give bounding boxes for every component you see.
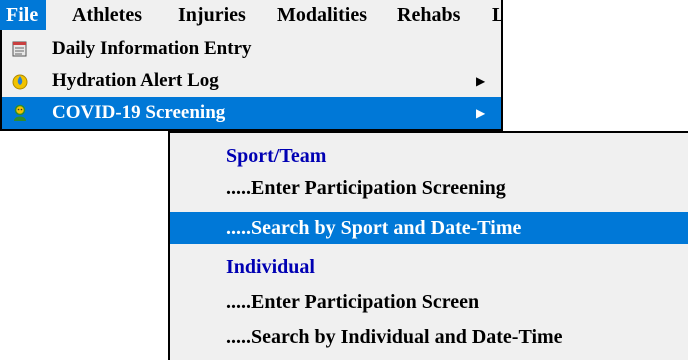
menu-file[interactable]: File: [0, 0, 47, 30]
submenu-item-label: .....Search by Individual and Date-Time: [226, 326, 563, 348]
submenu-arrow-icon: ▶: [476, 106, 486, 120]
submenu-header-label: Individual: [226, 256, 315, 278]
menu-bar: File Athletes Injuries Modalities Rehabs…: [0, 0, 503, 30]
menu-injuries[interactable]: Injuries: [178, 0, 246, 30]
file-menu-item-label: Daily Information Entry: [52, 38, 252, 59]
submenu-item-label: .....Enter Participation Screening: [226, 177, 506, 199]
water-drop-icon: [12, 74, 28, 90]
file-menu-item-covid-19-screening[interactable]: COVID-19 Screening ▶: [2, 97, 501, 129]
menu-athletes[interactable]: Athletes: [72, 0, 142, 30]
file-menu-item-label: COVID-19 Screening: [52, 102, 226, 123]
file-menu-item-label: Hydration Alert Log: [52, 70, 219, 91]
menu-l-truncated[interactable]: L: [492, 0, 501, 30]
menu-rehabs[interactable]: Rehabs: [397, 0, 460, 30]
file-menu-item-hydration-alert-log[interactable]: Hydration Alert Log ▶: [2, 65, 501, 97]
submenu-item-label: .....Enter Participation Screen: [226, 291, 480, 313]
submenu-item-label: .....Search by Sport and Date-Time: [226, 217, 522, 239]
menu-modalities[interactable]: Modalities: [277, 0, 367, 30]
submenu-section-header-sport-team: Sport/Team: [170, 140, 688, 172]
file-menu-item-daily-information-entry[interactable]: Daily Information Entry: [2, 33, 501, 65]
submenu-item-search-by-individual-and-date-time[interactable]: .....Search by Individual and Date-Time: [170, 321, 688, 353]
submenu-section-header-individual: Individual: [170, 251, 688, 283]
submenu-item-search-by-sport-and-date-time[interactable]: .....Search by Sport and Date-Time: [170, 212, 688, 244]
submenu-arrow-icon: ▶: [476, 74, 486, 88]
file-dropdown-menu: Daily Information Entry Hydration Alert …: [0, 30, 503, 131]
submenu-header-label: Sport/Team: [226, 145, 327, 167]
person-screening-icon: [14, 104, 26, 121]
submenu-item-enter-participation-screening[interactable]: .....Enter Participation Screening: [170, 172, 688, 204]
notepad-icon: [12, 41, 27, 57]
covid-19-screening-submenu: Sport/Team .....Enter Participation Scre…: [168, 131, 688, 360]
submenu-item-enter-participation-screen[interactable]: .....Enter Participation Screen: [170, 286, 688, 318]
